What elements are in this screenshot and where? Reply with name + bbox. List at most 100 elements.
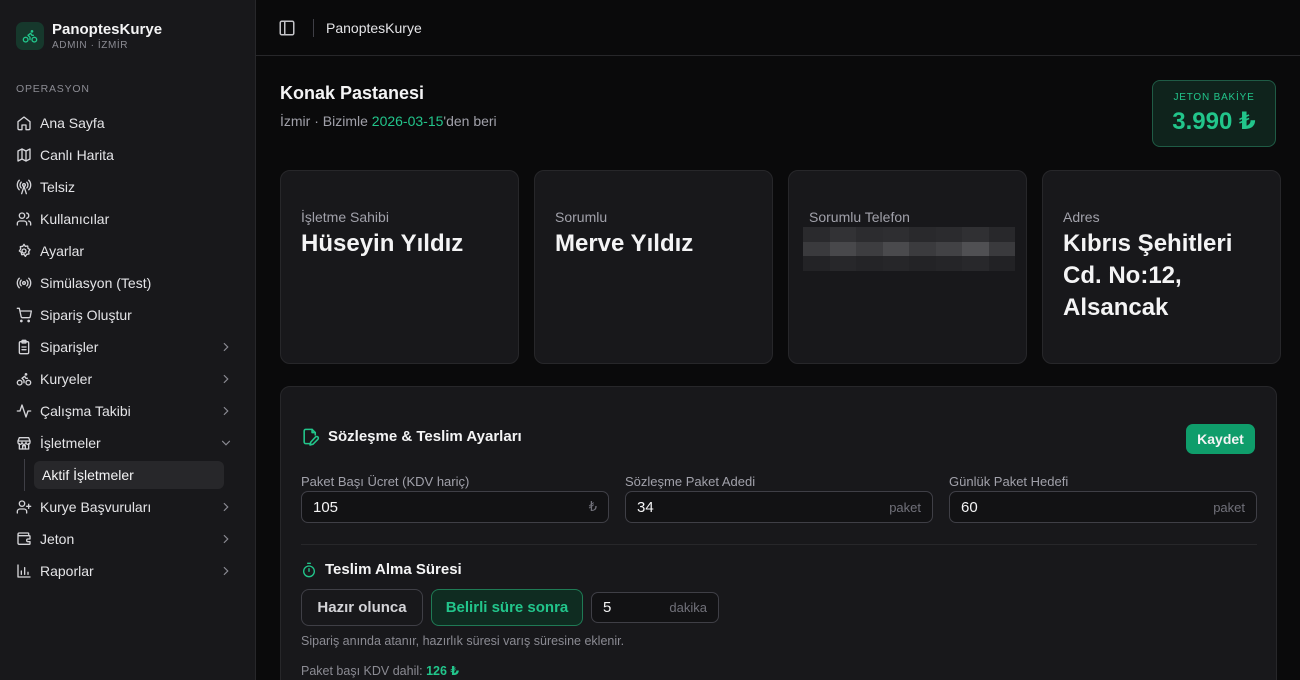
package-fee-value: 105 bbox=[313, 498, 339, 516]
sidebar-item-siparisler[interactable]: Siparişler bbox=[8, 331, 247, 363]
business-meta-suffix: 'den beri bbox=[443, 113, 497, 129]
responsible-value: Merve Yıldız bbox=[555, 230, 694, 257]
option-when-ready-button[interactable]: Hazır olunca bbox=[301, 589, 423, 626]
sidebar-item-raporlar[interactable]: Raporlar bbox=[8, 555, 247, 587]
sidebar-subnav: Aktif İşletmeler bbox=[24, 459, 247, 491]
sidebar-item-label: Ana Sayfa bbox=[40, 115, 105, 131]
sidebar-item-canli-harita[interactable]: Canlı Harita bbox=[8, 139, 247, 171]
sidebar-item-label: Kuryeler bbox=[40, 371, 93, 387]
sidebar-item-simulasyon[interactable]: Simülasyon (Test) bbox=[8, 267, 247, 299]
topbar-divider bbox=[313, 18, 314, 37]
sidebar-item-jeton[interactable]: Jeton bbox=[8, 523, 247, 555]
package-fee-suffix: ₺ bbox=[588, 499, 597, 514]
pickup-header: Teslim Alma Süresi bbox=[301, 561, 462, 578]
topbar: PanoptesKurye bbox=[256, 0, 1300, 56]
package-fee-input[interactable]: 105 ₺ bbox=[301, 491, 609, 523]
business-header: Konak Pastanesi İzmir · Bizimle 2026-03-… bbox=[280, 82, 497, 130]
option-after-time-button[interactable]: Belirli süre sonra bbox=[431, 589, 583, 626]
daily-target-input[interactable]: 60 paket bbox=[949, 491, 1257, 523]
sidebar-item-label: Kullanıcılar bbox=[40, 211, 110, 227]
divider bbox=[301, 544, 1257, 545]
breadcrumb-title: PanoptesKurye bbox=[326, 19, 422, 36]
page-title: Konak Pastanesi bbox=[280, 83, 425, 103]
sidebar-item-label: İşletmeler bbox=[40, 435, 101, 451]
cart-icon bbox=[16, 307, 32, 323]
contract-settings-title: Sözleşme & Teslim Ayarları bbox=[328, 428, 522, 445]
contract-package-count-value: 34 bbox=[637, 498, 654, 516]
jeton-balance-badge: JETON BAKİYE 3.990 ₺ bbox=[1152, 80, 1276, 147]
pickup-hint: Sipariş anında atanır, hazırlık süresi v… bbox=[301, 634, 625, 648]
bar-chart-icon bbox=[16, 563, 32, 579]
sidebar-nav: Ana Sayfa Canlı Harita Telsiz Kullanıcıl… bbox=[0, 107, 255, 587]
sidebar-item-label: Telsiz bbox=[40, 179, 76, 195]
map-icon bbox=[16, 147, 32, 163]
phone-label: Sorumlu Telefon bbox=[809, 209, 910, 225]
chevron-right-icon bbox=[223, 374, 229, 384]
chevron-right-icon bbox=[223, 502, 229, 512]
responsible-card: Sorumlu Merve Yıldız bbox=[534, 170, 773, 364]
redacted-phone-value bbox=[803, 227, 1015, 271]
sidebar-subitem-aktif-isletmeler[interactable]: Aktif İşletmeler bbox=[34, 461, 224, 489]
activity-icon bbox=[16, 403, 32, 419]
users-icon bbox=[16, 211, 32, 227]
store-icon bbox=[16, 435, 32, 451]
sidebar: PanoptesKurye ADMIN · İZMİR OPERASYON An… bbox=[0, 0, 256, 680]
chevron-right-icon bbox=[223, 342, 229, 352]
user-plus-icon bbox=[16, 499, 32, 515]
daily-target-label: Günlük Paket Hedefi bbox=[949, 474, 1069, 489]
address-label: Adres bbox=[1063, 209, 1100, 225]
save-button[interactable]: Kaydet bbox=[1186, 424, 1255, 454]
contract-fields: Paket Başı Ücret (KDV hariç) 105 ₺ Sözle… bbox=[301, 475, 1257, 523]
sidebar-item-label: Canlı Harita bbox=[40, 147, 114, 163]
sidebar-item-label: Ayarlar bbox=[40, 243, 85, 259]
sidebar-item-telsiz[interactable]: Telsiz bbox=[8, 171, 247, 203]
sidebar-item-label: Sipariş Oluştur bbox=[40, 307, 132, 323]
minutes-value: 5 bbox=[603, 599, 612, 616]
daily-target-field: Günlük Paket Hedefi 60 paket bbox=[949, 475, 1257, 523]
pickup-title: Teslim Alma Süresi bbox=[325, 561, 462, 578]
sidebar-item-ana-sayfa[interactable]: Ana Sayfa bbox=[8, 107, 247, 139]
contract-settings-header: Sözleşme & Teslim Ayarları bbox=[301, 427, 522, 446]
minutes-input[interactable]: 5 dakika bbox=[591, 592, 719, 623]
main-content: PanoptesKurye Konak Pastanesi İzmir · Bi… bbox=[256, 0, 1300, 680]
timer-icon bbox=[303, 562, 315, 577]
daily-target-value: 60 bbox=[961, 498, 978, 516]
daily-target-suffix: paket bbox=[1213, 499, 1245, 515]
package-fee-label: Paket Başı Ücret (KDV hariç) bbox=[301, 474, 470, 489]
sidebar-item-calisma-takibi[interactable]: Çalışma Takibi bbox=[8, 395, 247, 427]
business-meta: İzmir · Bizimle 2026-03-15'den beri bbox=[280, 112, 497, 130]
sidebar-item-isletmeler[interactable]: İşletmeler bbox=[8, 427, 247, 459]
jeton-balance-label: JETON BAKİYE bbox=[1173, 92, 1255, 103]
sidebar-item-label: Jeton bbox=[40, 531, 75, 547]
contract-package-count-label: Sözleşme Paket Adedi bbox=[625, 474, 756, 489]
section-label-operasyon: OPERASYON bbox=[16, 83, 90, 95]
info-cards: İşletme Sahibi Hüseyin Yıldız Sorumlu Me… bbox=[280, 170, 1281, 364]
brand-subtitle: ADMIN · İZMİR bbox=[52, 39, 129, 51]
file-edit-icon bbox=[303, 428, 320, 446]
brand-name: PanoptesKurye bbox=[52, 20, 163, 38]
sidebar-item-kurye-basvurulari[interactable]: Kurye Başvuruları bbox=[8, 491, 247, 523]
chevron-right-icon bbox=[223, 534, 229, 544]
sidebar-item-label: Simülasyon (Test) bbox=[40, 275, 152, 291]
sidebar-item-kuryeler[interactable]: Kuryeler bbox=[8, 363, 247, 395]
sidebar-item-kullanicilar[interactable]: Kullanıcılar bbox=[8, 203, 247, 235]
pickup-options: Hazır olunca Belirli süre sonra 5 dakika bbox=[301, 589, 719, 626]
sidebar-item-siparis-olustur[interactable]: Sipariş Oluştur bbox=[8, 299, 247, 331]
business-meta-prefix: İzmir · Bizimle bbox=[280, 113, 372, 129]
bike-logo-icon bbox=[16, 22, 44, 50]
chevron-right-icon bbox=[223, 566, 229, 576]
sidebar-toggle-icon[interactable] bbox=[278, 19, 296, 37]
bike-icon bbox=[16, 371, 32, 387]
owner-card: İşletme Sahibi Hüseyin Yıldız bbox=[280, 170, 519, 364]
sidebar-item-ayarlar[interactable]: Ayarlar bbox=[8, 235, 247, 267]
chevron-down-icon bbox=[221, 440, 231, 446]
clipboard-icon bbox=[16, 339, 32, 355]
kdv-info: Paket başı KDV dahil: 126 ₺ bbox=[301, 663, 459, 678]
contract-package-count-input[interactable]: 34 paket bbox=[625, 491, 933, 523]
kdv-label: Paket başı KDV dahil: bbox=[301, 664, 427, 678]
home-icon bbox=[16, 115, 32, 131]
contract-package-count-field: Sözleşme Paket Adedi 34 paket bbox=[625, 475, 933, 523]
brand[interactable]: PanoptesKurye ADMIN · İZMİR bbox=[0, 0, 255, 56]
broadcast-icon bbox=[16, 275, 32, 291]
sidebar-item-label: Çalışma Takibi bbox=[40, 403, 131, 419]
